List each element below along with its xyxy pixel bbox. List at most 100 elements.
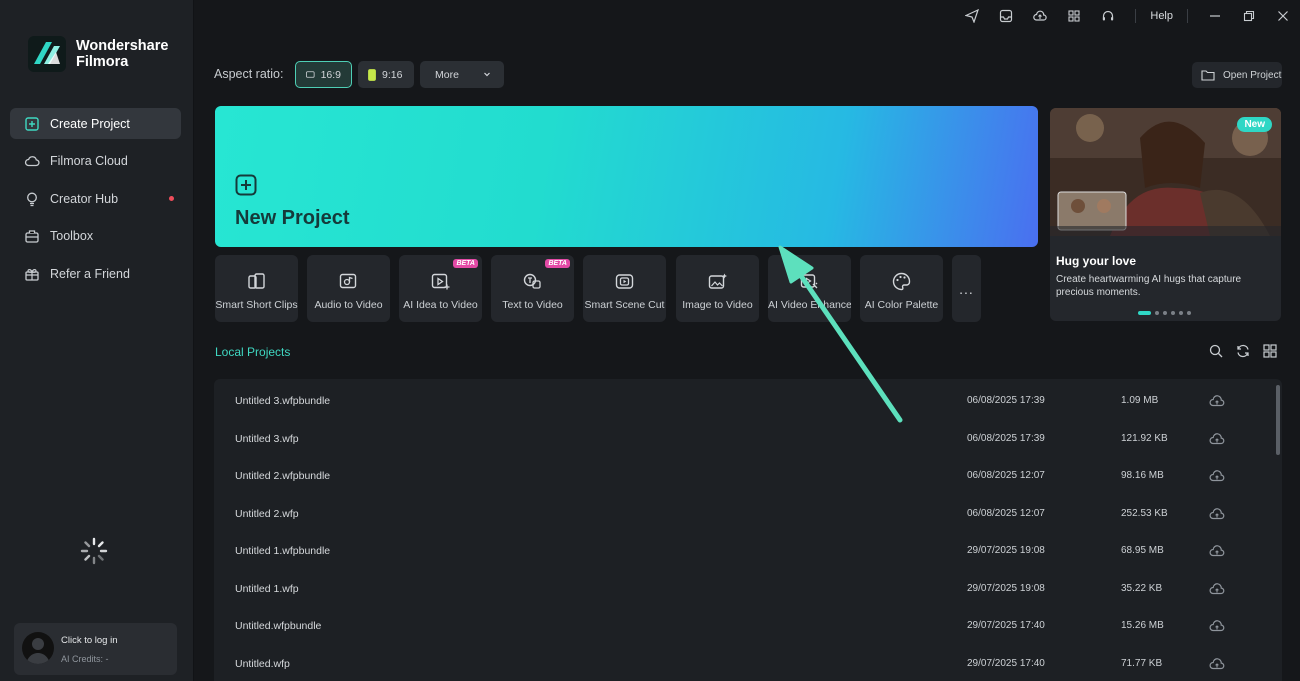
promo-title: Hug your love	[1056, 254, 1137, 268]
app-logo: Wondershare Filmora	[26, 34, 168, 74]
tool-label: Smart Scene Cut	[584, 299, 665, 311]
sidebar-item-label: Create Project	[50, 116, 130, 131]
tool-label: Audio to Video	[314, 299, 383, 311]
table-row[interactable]: Untitled 3.wfp 06/08/2025 17:39 121.92 KB	[214, 419, 1274, 457]
cloud-upload-icon[interactable]	[1209, 506, 1225, 522]
tool-ai-color-palette[interactable]: AI Color Palette	[860, 255, 943, 322]
plus-square-icon	[235, 174, 257, 196]
cloud-upload-icon[interactable]	[1023, 0, 1057, 32]
tool-label: AI Color Palette	[864, 299, 939, 311]
carousel-dot-active[interactable]	[1138, 311, 1151, 315]
aspect-ratio-label: Aspect ratio:	[214, 67, 284, 81]
sidebar-item-label: Toolbox	[50, 229, 94, 243]
project-date: 06/08/2025 17:39	[967, 395, 1045, 406]
cloud-upload-icon[interactable]	[1209, 431, 1225, 447]
toolbox-icon	[25, 230, 39, 243]
carousel-dot[interactable]	[1179, 311, 1183, 315]
tool-label: Text to Video	[502, 299, 563, 311]
table-row[interactable]: Untitled.wfpbundle 29/07/2025 17:40 15.26 …	[214, 606, 1274, 644]
cloud-upload-icon[interactable]	[1209, 393, 1225, 409]
divider	[1187, 9, 1188, 23]
carousel-dot[interactable]	[1155, 311, 1159, 315]
cloud-upload-icon[interactable]	[1209, 468, 1225, 484]
tool-image-to-video[interactable]: Image to Video	[676, 255, 759, 322]
login-panel[interactable]: Click to log in AI Credits: -	[14, 623, 177, 675]
cloud-upload-icon[interactable]	[1209, 581, 1225, 597]
table-row[interactable]: Untitled.wfp 29/07/2025 17:40 71.77 KB	[214, 644, 1274, 681]
project-name: Untitled 3.wfp	[235, 432, 299, 445]
sidebar-item-filmora-cloud[interactable]: Filmora Cloud	[10, 146, 181, 177]
color-palette-icon	[892, 272, 911, 291]
table-row[interactable]: Untitled 1.wfpbundle 29/07/2025 19:08 68.9…	[214, 531, 1274, 569]
video-enhance-icon	[800, 274, 818, 289]
new-project-label: New Project	[235, 207, 350, 229]
project-name: Untitled 2.wfp	[235, 507, 299, 520]
project-size: 71.77 KB	[1121, 657, 1163, 669]
new-project-card[interactable]: New Project	[215, 106, 1038, 247]
smart-clips-icon	[248, 273, 265, 289]
project-size: 35.22 KB	[1121, 582, 1163, 594]
sidebar-item-label: Creator Hub	[50, 191, 119, 206]
beta-badge: BETA	[453, 259, 478, 268]
table-row[interactable]: Untitled 2.wfp 06/08/2025 12:07 252.53 KB	[214, 494, 1274, 532]
tool-smart-scene-cut[interactable]: Smart Scene Cut	[583, 255, 666, 322]
sidebar-item-label: Refer a Friend	[50, 266, 130, 281]
sidebar-item-label: Filmora Cloud	[50, 154, 128, 168]
open-project-button[interactable]: Open Project	[1192, 62, 1282, 88]
scrollbar[interactable]	[1276, 385, 1280, 455]
help-button[interactable]: Help	[1146, 10, 1177, 22]
chevron-down-icon	[484, 72, 490, 77]
cloud-upload-icon[interactable]	[1209, 618, 1225, 634]
ratio-9-16-button[interactable]: 9:16	[358, 61, 414, 88]
minimize-icon[interactable]	[1198, 0, 1232, 32]
project-date: 29/07/2025 17:40	[967, 657, 1045, 669]
ratio-16-9-button[interactable]: 16:9	[295, 61, 352, 88]
sidebar-item-creator-hub[interactable]: Creator Hub	[10, 183, 181, 214]
project-date: 29/07/2025 19:08	[967, 545, 1045, 556]
local-projects-title[interactable]: Local Projects	[215, 345, 290, 359]
table-row[interactable]: Untitled 2.wfpbundle 06/08/2025 12:07 98.1…	[214, 456, 1274, 494]
more-tools-button[interactable]: ...	[952, 255, 981, 322]
carousel-dot[interactable]	[1171, 311, 1175, 315]
grid-view-icon[interactable]	[1262, 343, 1278, 359]
loading-spinner-icon	[80, 537, 108, 565]
new-badge: New	[1237, 117, 1272, 132]
headset-icon[interactable]	[1091, 0, 1125, 32]
login-title[interactable]: Click to log in	[61, 635, 118, 646]
project-date: 29/07/2025 19:08	[967, 582, 1045, 594]
brand-line2: Filmora	[76, 54, 129, 70]
tool-label: AI Video Enhance	[768, 299, 851, 311]
project-date: 06/08/2025 17:39	[967, 432, 1045, 444]
text-video-icon	[523, 273, 541, 289]
promo-banner[interactable]: New Hug your love Create heartwarming AI…	[1050, 108, 1281, 321]
filmora-logo-icon	[26, 34, 68, 74]
sidebar-item-toolbox[interactable]: Toolbox	[10, 221, 181, 252]
project-name: Untitled 2.wfpbundle	[235, 470, 331, 482]
sidebar-item-create-project[interactable]: Create Project	[10, 108, 181, 139]
restore-icon[interactable]	[1232, 0, 1266, 32]
aspect-more-dropdown[interactable]: More	[420, 61, 504, 88]
close-icon[interactable]	[1266, 0, 1300, 32]
apps-grid-icon[interactable]	[1057, 0, 1091, 32]
tool-smart-short-clips[interactable]: Smart Short Clips	[215, 255, 298, 322]
sidebar-item-refer-a-friend[interactable]: Refer a Friend	[10, 258, 181, 289]
refresh-icon[interactable]	[1235, 343, 1251, 359]
tool-ai-video-enhance[interactable]: AI Video Enhance	[768, 255, 851, 322]
carousel-dot[interactable]	[1163, 311, 1167, 315]
plus-square-icon	[25, 116, 39, 131]
cloud-upload-icon[interactable]	[1209, 543, 1225, 559]
cloud-upload-icon[interactable]	[1209, 656, 1225, 672]
inbox-icon[interactable]	[989, 0, 1023, 32]
tool-text-to-video[interactable]: BETA Text to Video	[491, 255, 574, 322]
project-name: Untitled.wfpbundle	[235, 620, 322, 632]
tool-ai-idea-to-video[interactable]: BETA AI Idea to Video	[399, 255, 482, 322]
table-row[interactable]: Untitled 3.wfpbundle 06/08/2025 17:39 1.09…	[214, 381, 1274, 419]
open-project-label: Open Project	[1223, 69, 1282, 81]
table-row[interactable]: Untitled 1.wfp 29/07/2025 19:08 35.22 KB	[214, 569, 1274, 607]
tool-audio-to-video[interactable]: Audio to Video	[307, 255, 390, 322]
send-icon[interactable]	[955, 0, 989, 32]
carousel-dot[interactable]	[1187, 311, 1191, 315]
project-name: Untitled.wfp	[235, 657, 290, 670]
search-icon[interactable]	[1208, 343, 1224, 359]
project-date: 29/07/2025 17:40	[967, 620, 1045, 631]
